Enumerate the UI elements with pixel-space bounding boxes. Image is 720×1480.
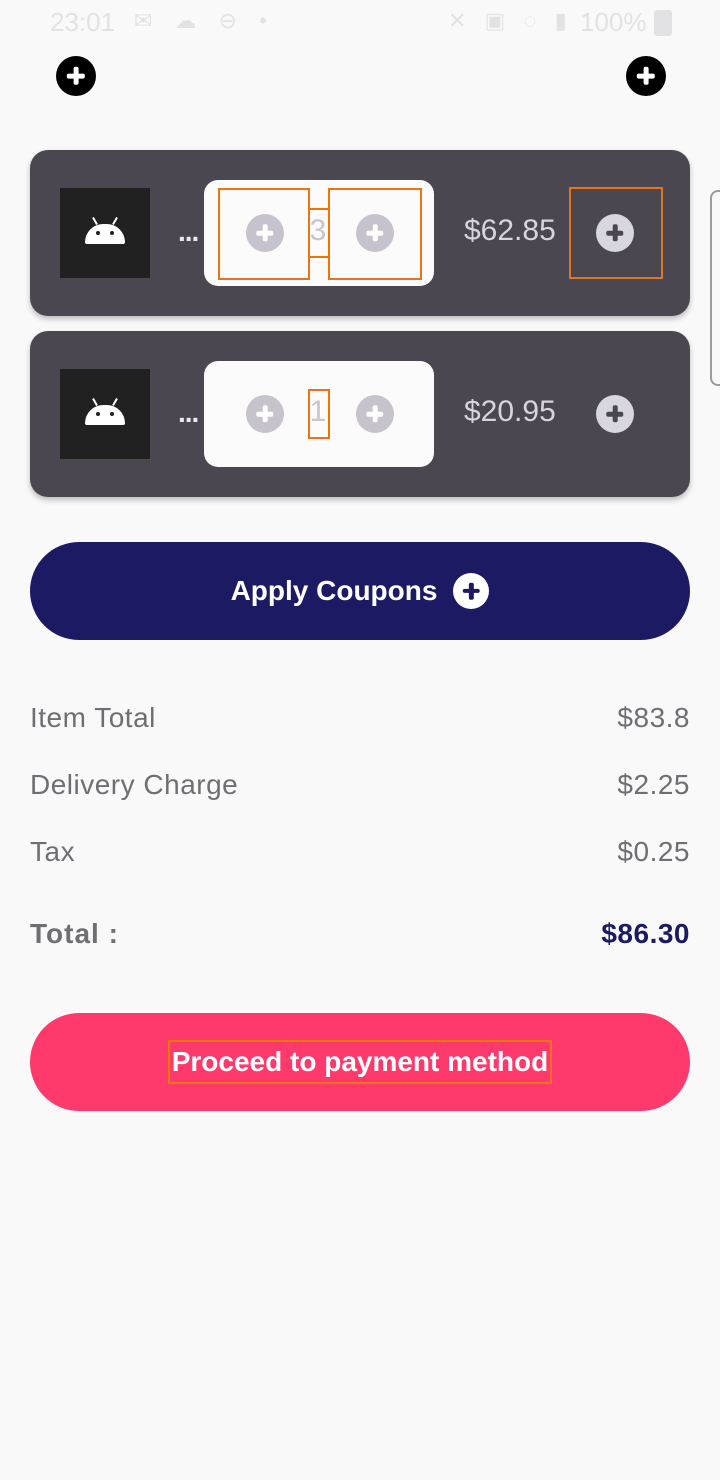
summary-label: Tax bbox=[30, 836, 76, 867]
plus-icon bbox=[626, 56, 666, 96]
battery-icon bbox=[654, 10, 672, 36]
cart-item: ... 1 $20.95 bbox=[30, 331, 690, 497]
summary-row-item-total: Item Total $83.8 bbox=[30, 702, 690, 734]
top-right-add-icon[interactable] bbox=[626, 56, 666, 96]
apply-coupons-button[interactable]: Apply Coupons bbox=[30, 542, 690, 640]
android-icon bbox=[85, 398, 125, 425]
add-circle-icon bbox=[453, 573, 490, 609]
summary-row-delivery-charge: Delivery Charge $2.25 bbox=[30, 769, 690, 801]
plus-icon bbox=[453, 573, 489, 609]
status-time: 23:01 bbox=[50, 7, 116, 37]
top-left-add-icon[interactable] bbox=[56, 56, 96, 96]
apply-coupons-label: Apply Coupons bbox=[230, 575, 438, 606]
product-name: ... bbox=[178, 216, 199, 247]
summary-value: $83.8 bbox=[617, 702, 690, 733]
summary-row-tax: Tax $0.25 bbox=[30, 836, 690, 868]
plus-icon bbox=[596, 395, 634, 433]
total-value: $86.30 bbox=[601, 918, 690, 949]
battery-percentage: 100% bbox=[580, 7, 647, 37]
android-icon bbox=[85, 217, 125, 244]
quantity-stepper: 3 bbox=[204, 180, 434, 286]
summary-value: $2.25 bbox=[617, 769, 690, 800]
status-bar: 23:01 ✉ ☁ ⊖ • ✕ ▣ ◌ ▮ 100% bbox=[0, 0, 720, 44]
plus-icon bbox=[246, 395, 284, 433]
decrease-quantity-button[interactable] bbox=[246, 395, 284, 433]
increase-quantity-button[interactable] bbox=[356, 395, 394, 433]
plus-icon bbox=[56, 56, 96, 96]
highlight-box bbox=[218, 188, 310, 280]
plus-icon bbox=[356, 395, 394, 433]
highlight-box bbox=[569, 187, 663, 279]
scroll-indicator bbox=[710, 190, 720, 386]
proceed-to-payment-button[interactable]: Proceed to payment method bbox=[30, 1013, 690, 1111]
summary-label: Item Total bbox=[30, 702, 156, 733]
system-status-icons: ✕ ▣ ◌ ▮ bbox=[448, 8, 573, 33]
product-name: ... bbox=[178, 397, 199, 428]
summary-total-row: Total : $86.30 bbox=[30, 918, 690, 950]
proceed-label: Proceed to payment method bbox=[167, 1040, 553, 1084]
highlight-box bbox=[328, 188, 422, 280]
product-thumbnail bbox=[60, 369, 150, 459]
item-action-button[interactable] bbox=[596, 395, 634, 433]
notification-icons: ✉ ☁ ⊖ • bbox=[134, 8, 275, 33]
summary-label: Delivery Charge bbox=[30, 769, 239, 800]
summary-value: $0.25 bbox=[617, 836, 690, 867]
quantity-stepper: 1 bbox=[204, 361, 434, 467]
cart-item: ... 3 $62.85 bbox=[30, 150, 690, 316]
item-price: $62.85 bbox=[464, 214, 556, 247]
highlight-box bbox=[308, 389, 330, 439]
product-thumbnail bbox=[60, 188, 150, 278]
item-price: $20.95 bbox=[464, 395, 556, 428]
total-label: Total : bbox=[30, 918, 119, 949]
highlight-box bbox=[308, 208, 330, 258]
